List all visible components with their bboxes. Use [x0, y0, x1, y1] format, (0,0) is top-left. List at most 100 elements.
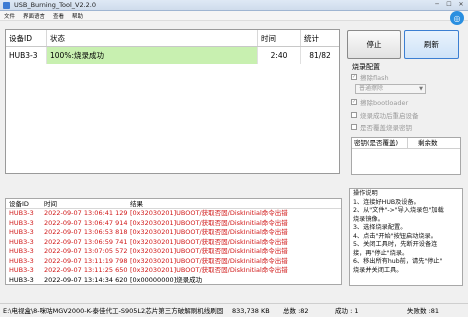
device-table: 设备ID 状态 时间 统计 HUB3-3 100%:烧录成功 2:40 81/8… — [5, 29, 340, 174]
close-icon[interactable]: ✕ — [456, 1, 466, 9]
instruction-line: 4、点击"开始"按钮启动烧录。 — [353, 232, 437, 240]
config-title: 烧录配置 — [352, 63, 380, 71]
reset-after-success-option[interactable]: 烧录成功后重启设备 — [351, 110, 419, 120]
device-stats: 81/82 — [309, 51, 331, 60]
menu-help[interactable]: 帮助 — [68, 12, 87, 20]
log-device-id: HUB3-3 — [9, 218, 34, 227]
log-time: 2022-09-07 13:11:25 650 — [44, 266, 128, 274]
log-device-id: HUB3-3 — [9, 228, 34, 236]
log-col-device-id[interactable]: 设备ID — [6, 199, 42, 208]
instruction-line: 2、从"文件"->"导入烧录包"加载 — [353, 207, 444, 214]
maximize-icon[interactable]: ☐ — [444, 1, 454, 9]
log-table: 设备ID 时间 结果 HUB3-3 2022-09-07 13:06:41 12… — [5, 198, 342, 285]
key-table: 密钥(是否覆盖) 剩余数 — [351, 137, 461, 175]
instructions-panel: 操作说明 1、连接好HUB及设备。 2、从"文件"->"导入烧录包"加载 烧录镜… — [349, 188, 463, 286]
log-device-id: HUB3-3 — [9, 275, 34, 284]
title-bar: USB_Burning_Tool_V2.2.0 ─ ☐ ✕ — [0, 0, 468, 11]
log-result: [0x32030201]UBOOT/获取否固/DiskInitial命令出错 — [130, 237, 288, 246]
log-result: [0x00000000]烧录成功 — [130, 275, 203, 284]
instruction-line: 接，再"停止"烧录。 — [353, 249, 409, 257]
log-result: [0x32030201]UBOOT/获取否固/DiskInitial命令出错 — [130, 247, 288, 255]
log-time: 2022-09-07 13:07:05 572 — [44, 247, 128, 255]
erase-bootloader-label: 擦除bootloader — [360, 99, 409, 107]
device-status: 100%:烧录成功 — [47, 47, 258, 64]
checkbox-checked-icon[interactable]: ✓ — [351, 99, 357, 105]
log-time: 2022-09-07 13:06:59 741 — [44, 237, 128, 246]
log-row[interactable]: HUB3-3 2022-09-07 13:06:41 129 [0x320302… — [6, 209, 341, 219]
log-time: 2022-09-07 13:06:41 129 — [44, 209, 128, 217]
log-result: [0x32030201]UBOOT/获取否固/DiskInitial命令出错 — [130, 256, 288, 265]
device-time: 2:40 — [258, 47, 301, 64]
key-table-header: 密钥(是否覆盖) 剩余数 — [352, 138, 460, 149]
checkbox-icon[interactable] — [351, 112, 357, 118]
col-status[interactable]: 状态 — [47, 30, 258, 46]
log-time: 2022-09-07 13:06:47 914 — [44, 218, 128, 227]
log-device-id: HUB3-3 — [9, 256, 34, 265]
col-key-remaining[interactable]: 剩余数 — [408, 138, 438, 148]
status-success: 成功 : 1 — [335, 307, 359, 315]
log-row[interactable]: HUB3-3 2022-09-07 13:11:25 650 [0x320302… — [6, 266, 341, 276]
instruction-line: 1、连接好HUB及设备。 — [353, 198, 420, 206]
status-fail: 失败数 :81 — [407, 307, 440, 315]
device-id: HUB3-3 — [6, 47, 47, 64]
menu-view[interactable]: 查看 — [49, 12, 68, 20]
log-time: 2022-09-07 13:14:34 620 — [44, 275, 128, 284]
log-device-id: HUB3-3 — [9, 247, 34, 255]
overwrite-key-label: 是否覆盖烧录密钥 — [360, 124, 412, 132]
log-row[interactable]: HUB3-3 2022-09-07 13:07:05 572 [0x320302… — [6, 247, 341, 257]
brand-logo-icon: ◎ — [450, 11, 464, 25]
log-col-time[interactable]: 时间 — [42, 199, 128, 208]
reset-after-success-label: 烧录成功后重启设备 — [360, 112, 419, 120]
log-device-id: HUB3-3 — [9, 209, 34, 217]
log-time: 2022-09-07 13:11:19 798 — [44, 256, 128, 265]
menu-language[interactable]: 界面语言 — [19, 12, 49, 20]
instructions-title: 操作说明 — [353, 190, 378, 197]
col-device-id[interactable]: 设备ID — [6, 30, 47, 46]
window-title: USB_Burning_Tool_V2.2.0 — [14, 1, 97, 9]
app-icon — [3, 1, 10, 9]
log-row[interactable]: HUB3-3 2022-09-07 13:14:34 620 [0x000000… — [6, 275, 341, 285]
log-table-header: 设备ID 时间 结果 — [6, 199, 341, 209]
menu-file[interactable]: 文件 — [0, 12, 19, 20]
log-row[interactable]: HUB3-3 2022-09-07 13:11:19 798 [0x320302… — [6, 257, 341, 267]
checkbox-checked-icon[interactable]: ✓ — [351, 74, 357, 80]
erase-mode-select[interactable]: 普通擦除 ▼ — [355, 84, 426, 94]
checkbox-icon[interactable] — [351, 124, 357, 130]
instruction-line: 6、移出所有hub前，请先"停止" — [353, 258, 443, 265]
minimize-icon[interactable]: ─ — [432, 1, 442, 9]
log-result: [0x32030201]UBOOT/获取否固/DiskInitial命令出错 — [130, 266, 288, 274]
log-row[interactable]: HUB3-3 2022-09-07 13:06:53 818 [0x320302… — [6, 228, 341, 238]
instruction-line: 烧录并关闭工具。 — [353, 266, 403, 274]
log-result: [0x32030201]UBOOT/获取否固/DiskInitial命令出错 — [130, 228, 288, 236]
log-row[interactable]: HUB3-3 2022-09-07 13:06:47 914 [0x320302… — [6, 219, 341, 229]
erase-mode-value: 普通擦除 — [359, 85, 384, 92]
col-time[interactable]: 时间 — [258, 30, 301, 46]
window-controls: ─ ☐ ✕ — [432, 1, 466, 9]
stop-button[interactable]: 停止 — [347, 30, 401, 59]
col-stats[interactable]: 统计 — [301, 30, 339, 46]
table-row[interactable]: HUB3-3 100%:烧录成功 2:40 81/82 — [6, 47, 339, 64]
instruction-line: 5、关闭工具时，先断开设备连 — [353, 241, 438, 248]
menu-bar: 文件 界面语言 查看 帮助 — [0, 11, 468, 21]
log-col-result[interactable]: 结果 — [128, 199, 143, 208]
erase-bootloader-option[interactable]: ✓ 擦除bootloader — [351, 97, 408, 107]
overwrite-key-option[interactable]: 是否覆盖烧录密钥 — [351, 122, 412, 132]
log-device-id: HUB3-3 — [9, 237, 34, 246]
status-file-size: 833,738 KB — [232, 307, 270, 315]
col-key-overwrite[interactable]: 密钥(是否覆盖) — [352, 138, 408, 148]
erase-flash-option[interactable]: ✓ 擦除flash — [351, 72, 389, 82]
refresh-button[interactable]: 刷新 — [404, 30, 459, 59]
erase-flash-label: 擦除flash — [360, 74, 389, 82]
status-total: 总数 :82 — [283, 307, 309, 315]
log-row[interactable]: HUB3-3 2022-09-07 13:06:59 741 [0x320302… — [6, 238, 341, 248]
log-result: [0x32030201]UBOOT/获取否固/DiskInitial命令出错 — [130, 218, 288, 227]
log-device-id: HUB3-3 — [9, 266, 34, 274]
log-result: [0x32030201]UBOOT/获取否固/DiskInitial命令出错 — [130, 209, 288, 217]
device-table-header: 设备ID 状态 时间 统计 — [6, 30, 339, 47]
chevron-down-icon: ▼ — [419, 86, 423, 92]
instruction-line: 烧录镜像。 — [353, 215, 384, 223]
status-file-path: E:\电视盒\8-咪咕MGV2000-K-泰佳代工-S905L2芯片第三方破解刷… — [3, 307, 224, 315]
instruction-line: 3、选择烧录配置。 — [353, 224, 407, 231]
log-time: 2022-09-07 13:06:53 818 — [44, 228, 128, 236]
status-bar: E:\电视盒\8-咪咕MGV2000-K-泰佳代工-S905L2芯片第三方破解刷… — [0, 303, 468, 317]
